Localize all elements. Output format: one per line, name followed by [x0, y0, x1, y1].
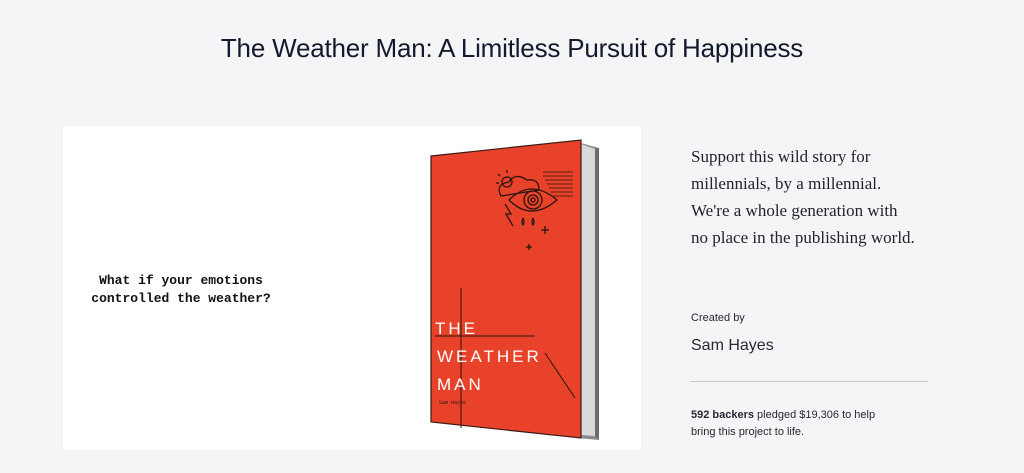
book-title-line-1: THE [435, 319, 478, 338]
divider [691, 381, 928, 382]
project-blurb: Support this wild story for millennials,… [691, 147, 915, 247]
tagline-line-2: controlled the weather? [91, 291, 271, 306]
book-title-line-3: MAN [437, 375, 484, 394]
tagline-line-1: What if your emotions [99, 273, 263, 288]
book-cover-illustration: THE WEATHER MAN Sam Hayes [430, 139, 599, 440]
hero-tagline: What if your emotions controlled the wea… [63, 272, 299, 308]
creator-name-link[interactable]: Sam Hayes [691, 337, 774, 355]
book-title-line-2: WEATHER [437, 347, 542, 366]
page-title: The Weather Man: A Limitless Pursuit of … [220, 33, 804, 63]
project-hero-image[interactable]: What if your emotions controlled the wea… [63, 126, 641, 450]
funding-summary: 592 backers pledged $19,306 to help brin… [691, 407, 891, 441]
created-by-label: Created by [691, 312, 745, 324]
book-author: Sam Hayes [439, 400, 466, 406]
backers-count: 592 backers [691, 409, 754, 421]
